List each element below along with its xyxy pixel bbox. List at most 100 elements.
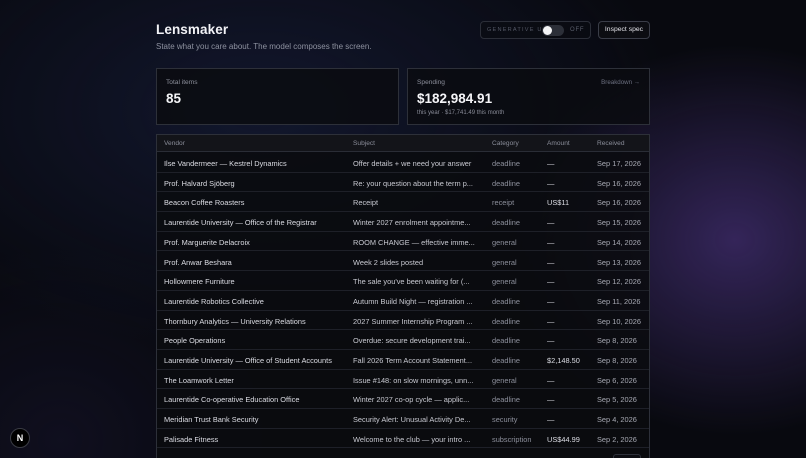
column-header-amount[interactable]: Amount	[547, 140, 570, 147]
cell-subject: Winter 2027 enrolment appointme...	[353, 218, 471, 228]
table-row[interactable]: Prof. Anwar Beshara Week 2 slides posted g…	[157, 252, 649, 272]
cell-subject: Week 2 slides posted	[353, 257, 424, 267]
cell-category: general	[492, 375, 517, 385]
cell-category: general	[492, 237, 517, 247]
cell-amount: $2,148.50	[547, 356, 580, 365]
page-header: Lensmaker State what you care about. The…	[156, 21, 650, 56]
column-header-subject[interactable]: Subject	[353, 140, 375, 147]
cell-amount: —	[547, 415, 555, 425]
inspect-spec-button[interactable]: Inspect spec	[598, 21, 650, 39]
cell-subject: Offer details + we need your answer	[353, 159, 472, 168]
table-row[interactable]: People Operations Overdue: secure develop…	[157, 330, 649, 350]
cell-received: Sep 16, 2026	[597, 178, 641, 188]
cell-vendor: The Loamwork Letter	[164, 375, 234, 385]
cell-received: Sep 12, 2026	[597, 277, 641, 287]
cell-amount: —	[547, 277, 555, 287]
cell-vendor: Palisade Fitness	[164, 434, 219, 444]
cell-category: general	[492, 257, 517, 267]
generative-ui-toggle[interactable]: GENERATIVE UI OFF	[480, 21, 591, 39]
cell-received: Sep 10, 2026	[597, 316, 641, 326]
cell-subject: Fall 2026 Term Account Statement...	[353, 356, 472, 365]
cell-category: deadline	[492, 178, 520, 188]
table-row[interactable]: Laurentide University — Office of the Re…	[157, 212, 649, 232]
cell-subject: Welcome to the club — your intro ...	[353, 434, 471, 444]
cell-vendor: Laurentide Robotics Collective	[164, 296, 264, 306]
table-row[interactable]: Meridian Trust Bank Security Security Ale…	[157, 409, 649, 429]
cell-vendor: Hollowmere Furniture	[164, 277, 235, 287]
spending-card: Spending Breakdown → $182,984.91 this ye…	[407, 68, 650, 125]
table-row[interactable]: Thornbury Analytics — University Relatio…	[157, 311, 649, 331]
table-row[interactable]: Prof. Halvard Sjöberg Re: your question a…	[157, 173, 649, 193]
spending-value: $182,984.91	[417, 91, 493, 106]
cell-subject: Receipt	[353, 198, 379, 208]
items-table: Vendor Subject Category Amount Received …	[156, 134, 650, 458]
cell-category: receipt	[492, 198, 515, 208]
cell-amount: —	[547, 296, 555, 306]
cell-received: Sep 11, 2026	[597, 296, 641, 306]
column-header-category[interactable]: Category	[492, 140, 519, 147]
cell-category: deadline	[492, 356, 520, 365]
total-items-value: 85	[166, 91, 182, 106]
cell-vendor: Prof. Marguerite Delacroix	[164, 237, 250, 247]
pagination-button[interactable]	[613, 454, 641, 458]
spending-label: Spending	[417, 79, 445, 86]
toggle-label: GENERATIVE UI	[487, 27, 546, 33]
cell-vendor: Laurentide University — Office of Studen…	[164, 356, 332, 365]
cell-amount: —	[547, 336, 555, 346]
table-row[interactable]: Ilse Vandermeer — Kestrel Dynamics Offer …	[157, 153, 649, 173]
cell-vendor: Thornbury Analytics — University Relatio…	[164, 316, 306, 326]
cell-received: Sep 5, 2026	[597, 395, 637, 405]
cell-received: Sep 8, 2026	[597, 356, 637, 365]
table-row[interactable]: Laurentide Co-operative Education Office…	[157, 389, 649, 410]
cell-amount: —	[547, 395, 555, 405]
cell-received: Sep 13, 2026	[597, 257, 641, 267]
cell-received: Sep 15, 2026	[597, 218, 641, 228]
cell-amount: —	[547, 375, 555, 385]
cell-amount: —	[547, 257, 555, 267]
cell-amount: US$11	[547, 198, 570, 208]
breakdown-link[interactable]: Breakdown →	[601, 79, 640, 86]
cell-vendor: Laurentide Co-operative Education Office	[164, 395, 300, 405]
cell-subject: Re: your question about the term p...	[353, 178, 473, 188]
column-header-received[interactable]: Received	[597, 140, 625, 147]
cell-vendor: Laurentide University — Office of the Re…	[164, 218, 317, 228]
cell-subject: Security Alert: Unusual Activity De...	[353, 415, 471, 425]
cell-amount: —	[547, 159, 555, 168]
cell-received: Sep 14, 2026	[597, 237, 641, 247]
app-subtitle: State what you care about. The model com…	[156, 42, 372, 51]
table-row[interactable]: The Loamwork Letter Issue #148: on slow m…	[157, 370, 649, 390]
cell-received: Sep 4, 2026	[597, 415, 637, 425]
cell-category: deadline	[492, 218, 520, 228]
nextjs-logo-icon[interactable]: N	[10, 428, 30, 448]
column-header-vendor[interactable]: Vendor	[164, 140, 185, 147]
cell-category: general	[492, 277, 517, 287]
cell-vendor: Beacon Coffee Roasters	[164, 198, 245, 208]
cell-vendor: Prof. Anwar Beshara	[164, 257, 232, 267]
cell-category: security	[492, 415, 518, 425]
cell-subject: Autumn Build Night — registration ...	[353, 296, 473, 306]
cell-vendor: Meridian Trust Bank Security	[164, 415, 259, 425]
cell-subject: Issue #148: on slow mornings, unn...	[353, 375, 474, 385]
table-row[interactable]: Palisade Fitness Welcome to the club — yo…	[157, 429, 649, 449]
table-row[interactable]: Hollowmere Furniture The sale you've been…	[157, 271, 649, 291]
cell-amount: —	[547, 218, 555, 228]
cell-vendor: Ilse Vandermeer — Kestrel Dynamics	[164, 159, 287, 168]
table-row[interactable]: Prof. Marguerite Delacroix ROOM CHANGE — …	[157, 232, 649, 252]
cell-category: subscription	[492, 434, 532, 444]
cell-received: Sep 16, 2026	[597, 198, 641, 208]
cell-vendor: People Operations	[164, 336, 226, 346]
cell-amount: —	[547, 316, 555, 326]
total-items-label: Total items	[166, 79, 198, 86]
cell-subject: Winter 2027 co-op cycle — applic...	[353, 395, 470, 405]
cell-subject: The sale you've been waiting for (...	[353, 277, 470, 287]
toggle-switch-icon[interactable]	[542, 25, 564, 36]
table-row[interactable]: Laurentide University — Office of Studen…	[157, 350, 649, 370]
cell-vendor: Prof. Halvard Sjöberg	[164, 178, 235, 188]
cell-subject: 2027 Summer Internship Program ...	[353, 316, 473, 326]
table-row[interactable]: Laurentide Robotics Collective Autumn Bui…	[157, 291, 649, 311]
table-row[interactable]: Beacon Coffee Roasters Receipt receipt US$1…	[157, 192, 649, 213]
cell-received: Sep 17, 2026	[597, 159, 641, 168]
cell-category: deadline	[492, 336, 520, 346]
toggle-state: OFF	[570, 27, 585, 33]
cell-amount: —	[547, 178, 555, 188]
